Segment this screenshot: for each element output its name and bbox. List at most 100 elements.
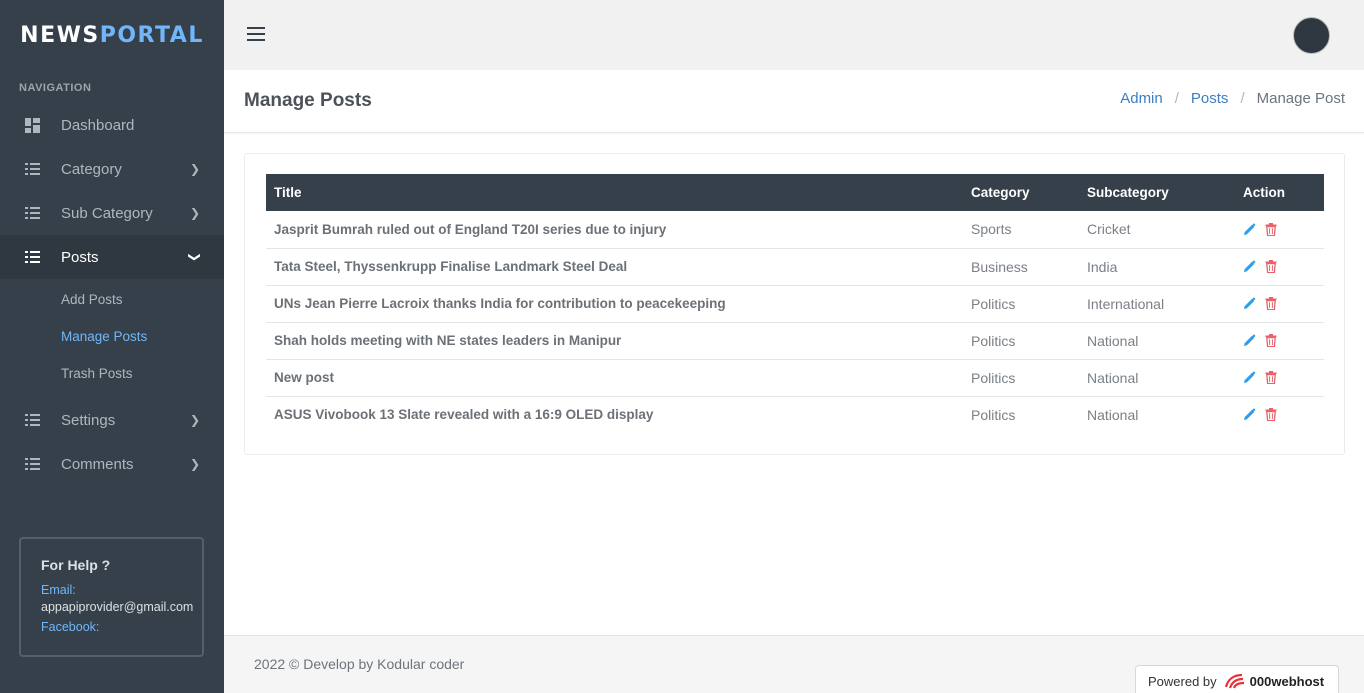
table-row: ASUS Vivobook 13 Slate revealed with a 1… — [266, 396, 1324, 433]
chevron-down-icon: ❯ — [187, 251, 202, 263]
main-content: Title Category Subcategory Action Jaspri… — [224, 134, 1364, 635]
breadcrumb-separator: / — [1240, 90, 1245, 107]
post-category: Politics — [971, 295, 1016, 312]
post-actions — [1235, 396, 1324, 433]
post-subcategory: National — [1087, 369, 1139, 386]
sidebar-item-label: Dashboard — [61, 116, 135, 134]
delete-icon[interactable] — [1265, 408, 1277, 422]
post-actions — [1235, 285, 1324, 322]
post-subcategory: Cricket — [1087, 221, 1131, 238]
post-actions — [1235, 359, 1324, 396]
powered-by-badge[interactable]: Powered by 000webhost — [1135, 665, 1339, 693]
delete-icon[interactable] — [1265, 334, 1277, 347]
chevron-right-icon: ❯ — [189, 162, 200, 176]
edit-icon[interactable] — [1243, 260, 1256, 273]
help-title: For Help ? — [41, 557, 111, 573]
list-icon — [24, 412, 40, 428]
webhost-brand: 000webhost — [1249, 673, 1325, 689]
brand-logo[interactable]: NEWS PORTAL — [0, 0, 224, 70]
navigation-heading: NAVIGATION — [19, 82, 92, 94]
table-header-row: Title Category Subcategory Action — [266, 174, 1324, 211]
sidebar-item-label: Sub Category — [61, 204, 153, 222]
column-header-subcategory: Subcategory — [1087, 185, 1169, 200]
breadcrumb-current: Manage Post — [1256, 90, 1345, 107]
page-title: Manage Posts — [244, 90, 372, 111]
post-subcategory: International — [1087, 295, 1165, 312]
edit-icon[interactable] — [1243, 334, 1256, 347]
help-box: For Help ? Email: appapiprovider@gmail.c… — [19, 537, 204, 657]
edit-icon[interactable] — [1243, 371, 1256, 384]
delete-icon[interactable] — [1265, 260, 1277, 273]
brand-logo-part1: NEWS — [20, 22, 100, 48]
table-row: Jasprit Bumrah ruled out of England T20I… — [266, 211, 1324, 248]
sidebar-item-label: Posts — [61, 248, 99, 266]
post-actions — [1235, 248, 1324, 285]
column-header-action: Action — [1243, 185, 1285, 200]
powered-by-label: Powered by — [1148, 673, 1217, 689]
list-icon — [24, 161, 40, 177]
post-title: New post — [274, 370, 335, 385]
post-actions — [1235, 211, 1324, 248]
brand-logo-part2: PORTAL — [99, 22, 204, 48]
chevron-right-icon: ❯ — [189, 413, 200, 427]
posts-submenu: Add Posts Manage Posts Trash Posts — [0, 279, 224, 398]
help-email-value[interactable]: appapiprovider@gmail.com — [41, 600, 202, 614]
sidebar-item-sub-category[interactable]: Sub Category ❯ — [0, 191, 224, 235]
table-row: Shah holds meeting with NE states leader… — [266, 322, 1324, 359]
post-category: Politics — [971, 406, 1016, 423]
footer-text: 2022 © Develop by Kodular coder — [254, 656, 465, 672]
avatar[interactable] — [1293, 17, 1330, 54]
chevron-right-icon: ❯ — [189, 206, 200, 220]
page-header: Manage Posts Admin / Posts / Manage Post — [224, 70, 1364, 133]
submenu-manage-posts[interactable]: Manage Posts — [0, 318, 224, 355]
post-title: ASUS Vivobook 13 Slate revealed with a 1… — [274, 407, 654, 423]
sidebar-item-category[interactable]: Category ❯ — [0, 147, 224, 191]
menu-toggle-icon[interactable] — [247, 27, 265, 41]
help-email-label: Email: — [41, 583, 76, 597]
edit-icon[interactable] — [1243, 297, 1256, 310]
sidebar-item-comments[interactable]: Comments ❯ — [0, 442, 224, 486]
posts-card: Title Category Subcategory Action Jaspri… — [244, 153, 1345, 455]
breadcrumb-separator: / — [1174, 90, 1179, 107]
edit-icon[interactable] — [1243, 408, 1256, 421]
edit-icon[interactable] — [1243, 223, 1256, 236]
column-header-title: Title — [274, 185, 302, 200]
post-category: Politics — [971, 369, 1016, 386]
sidebar-item-label: Settings — [61, 411, 116, 429]
column-header-category: Category — [971, 185, 1030, 200]
list-icon — [24, 205, 40, 221]
post-subcategory: India — [1087, 258, 1118, 275]
chevron-right-icon: ❯ — [189, 457, 200, 471]
delete-icon[interactable] — [1265, 371, 1277, 384]
breadcrumb: Admin / Posts / Manage Post — [1120, 90, 1345, 107]
sidebar-item-label: Comments — [61, 455, 134, 473]
sidebar: NEWS PORTAL NAVIGATION Dashboard Category… — [0, 0, 224, 693]
posts-table: Title Category Subcategory Action Jaspri… — [266, 174, 1324, 433]
webhost-logo-icon — [1224, 673, 1246, 689]
submenu-add-posts[interactable]: Add Posts — [0, 281, 224, 318]
sidebar-item-dashboard[interactable]: Dashboard — [0, 103, 224, 147]
post-category: Business — [971, 258, 1028, 275]
post-title: UNs Jean Pierre Lacroix thanks India for… — [274, 296, 726, 311]
sidebar-item-label: Category — [61, 160, 122, 178]
list-icon — [24, 249, 40, 265]
topbar — [224, 0, 1364, 70]
table-row: Tata Steel, Thyssenkrupp Finalise Landma… — [266, 248, 1324, 285]
delete-icon[interactable] — [1265, 297, 1277, 310]
footer: 2022 © Develop by Kodular coder Powered … — [224, 635, 1364, 693]
table-row: UNs Jean Pierre Lacroix thanks India for… — [266, 285, 1324, 322]
delete-icon[interactable] — [1265, 222, 1277, 236]
sidebar-item-settings[interactable]: Settings ❯ — [0, 398, 224, 442]
breadcrumb-admin[interactable]: Admin — [1120, 90, 1163, 107]
table-row: New post Politics National — [266, 359, 1324, 396]
post-subcategory: National — [1087, 332, 1139, 349]
sidebar-item-posts[interactable]: Posts ❯ — [0, 235, 224, 279]
breadcrumb-posts[interactable]: Posts — [1191, 90, 1229, 107]
post-category: Sports — [971, 221, 1012, 238]
post-category: Politics — [971, 332, 1016, 349]
submenu-trash-posts[interactable]: Trash Posts — [0, 355, 224, 392]
help-facebook-label: Facebook: — [41, 620, 100, 634]
dashboard-icon — [24, 117, 40, 133]
post-title: Shah holds meeting with NE states leader… — [274, 333, 622, 348]
post-title: Jasprit Bumrah ruled out of England T20I… — [274, 221, 667, 237]
